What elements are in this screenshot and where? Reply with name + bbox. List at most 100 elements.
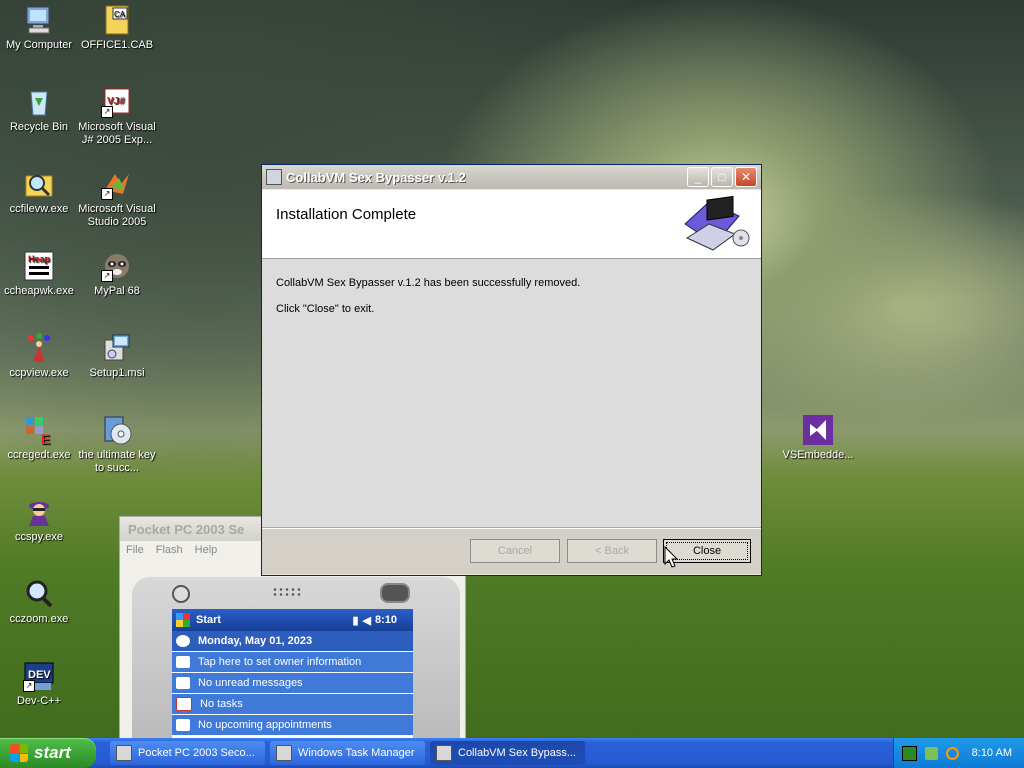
desktop-icon-ccregedt[interactable]: E ccregedt.exe — [0, 414, 78, 462]
taskbar-button-task-manager[interactable]: Windows Task Manager — [270, 741, 425, 765]
pocketpc-row-appointments[interactable]: No upcoming appointments — [172, 715, 413, 736]
desktop-icon-label: ccregedt.exe — [7, 449, 71, 461]
pocketpc-start-label: Start — [196, 614, 222, 626]
juggler-icon — [23, 332, 55, 364]
cab-file-icon: CA — [101, 4, 133, 36]
cd-icon — [101, 414, 133, 446]
desktop-icon-ccspy[interactable]: ccspy.exe — [0, 496, 78, 544]
calendar-icon — [176, 719, 190, 731]
vj-icon: VJ# ↗ — [101, 86, 133, 118]
desktop-icon-label: MyPal 68 — [94, 285, 140, 297]
envelope-icon — [176, 677, 190, 689]
installer-app-icon — [266, 169, 282, 185]
taskbar-button-pocketpc[interactable]: Pocket PC 2003 Seco... — [110, 741, 265, 765]
taskbar-clock[interactable]: 8:10 AM — [972, 747, 1012, 759]
desktop-icon-ccheapwk[interactable]: Heap ccheapwk.exe — [0, 250, 78, 298]
registry-icon: E — [23, 414, 55, 447]
record-button-icon[interactable] — [172, 585, 190, 603]
pocketpc-row-label: Tap here to set owner information — [198, 656, 362, 668]
desktop-icon-label: Dev-C++ — [16, 695, 62, 707]
svg-text:Heap: Heap — [28, 254, 51, 264]
close-window-button[interactable]: ✕ — [735, 167, 757, 187]
pocketpc-row-label: No upcoming appointments — [198, 719, 332, 731]
pocketpc-screen[interactable]: Start ▮ ◀ 8:10 Monday, May 01, 2023 Tap … — [172, 609, 413, 747]
shortcut-arrow-icon: ↗ — [101, 270, 113, 282]
desktop-icon-recycle-bin[interactable]: Recycle Bin — [0, 86, 78, 134]
installer-title: CollabVM Sex Bypasser v.1.2 — [286, 169, 466, 185]
system-tray: 8:10 AM — [893, 738, 1024, 768]
desktop-icon-setup1-msi[interactable]: Setup1.msi — [78, 332, 156, 380]
cancel-button[interactable]: Cancel — [470, 539, 560, 563]
desktop-icon-visual-studio[interactable]: ↗ Microsoft Visual Studio 2005 — [78, 168, 156, 229]
desktop-icon-my-computer[interactable]: My Computer — [0, 4, 78, 52]
desktop-icon-label: Setup1.msi — [89, 367, 145, 379]
desktop-icon-label: VSEmbedde... — [782, 449, 854, 461]
minimize-button[interactable]: _ — [687, 167, 709, 187]
close-icon: ✕ — [740, 170, 752, 184]
menu-flash[interactable]: Flash — [156, 544, 183, 556]
windows-flag-icon — [176, 613, 190, 627]
owner-card-icon — [176, 656, 190, 668]
desktop-icon-visual-jsharp[interactable]: VJ# ↗ Microsoft Visual J# 2005 Exp... — [78, 86, 156, 147]
zoom-icon — [23, 578, 55, 610]
devcpp-icon: DEV ↗ — [23, 660, 55, 692]
taskbar-button-installer[interactable]: CollabVM Sex Bypass... — [430, 741, 585, 765]
spy-icon — [23, 496, 55, 528]
desktop-icon-ccpview[interactable]: ccpview.exe — [0, 332, 78, 380]
taskbar-button-label: Windows Task Manager — [298, 747, 415, 759]
shortcut-arrow-icon: ↗ — [101, 106, 113, 118]
maximize-button[interactable]: □ — [711, 167, 733, 187]
pocketpc-start-bar[interactable]: Start ▮ ◀ 8:10 — [172, 609, 413, 631]
pocketpc-row-owner[interactable]: Tap here to set owner information — [172, 652, 413, 673]
pocketpc-row-messages[interactable]: No unread messages — [172, 673, 413, 694]
taskbar: start Pocket PC 2003 Seco... Windows Tas… — [0, 738, 1024, 768]
desktop-icon-vsembedded[interactable]: VSEmbedde... — [779, 414, 857, 462]
volume-icon: ◀ — [362, 614, 371, 627]
desktop-icon-label: My Computer — [5, 39, 73, 51]
pocketpc-row-label: No tasks — [200, 698, 243, 710]
desktop-icon-label: OFFICE1.CAB — [80, 39, 154, 51]
pocketpc-device: Start ▮ ◀ 8:10 Monday, May 01, 2023 Tap … — [132, 577, 460, 747]
msi-icon — [101, 332, 133, 364]
menu-help[interactable]: Help — [195, 544, 218, 556]
desktop-icon-label: Microsoft Visual Studio 2005 — [78, 203, 156, 228]
recycle-bin-icon — [23, 86, 55, 118]
desktop-icon-office1-cab[interactable]: CA OFFICE1.CAB — [78, 4, 156, 52]
start-button[interactable]: start — [0, 738, 96, 768]
tray-green-square-icon[interactable] — [902, 745, 917, 761]
minimize-icon: _ — [694, 170, 702, 184]
mouse-cursor-icon — [664, 546, 678, 568]
pocketpc-window-icon — [116, 745, 132, 761]
desktop-icon-label: ccspy.exe — [14, 531, 64, 543]
desktop-icon-label: cczoom.exe — [9, 613, 69, 625]
speaker-icon — [272, 587, 302, 597]
installer-window[interactable]: CollabVM Sex Bypasser v.1.2 _ □ ✕ Instal… — [261, 164, 762, 576]
installer-message: CollabVM Sex Bypasser v.1.2 has been suc… — [276, 277, 581, 289]
desktop-icon-devcpp[interactable]: DEV ↗ Dev-C++ — [0, 660, 78, 708]
desktop-icon-label: the ultimate key to succ... — [78, 449, 156, 474]
desktop-icon-mypal[interactable]: ↗ MyPal 68 — [78, 250, 156, 298]
power-button-icon[interactable] — [380, 583, 410, 603]
installer-footer: Cancel < Back Close — [262, 529, 761, 574]
installer-titlebar[interactable]: CollabVM Sex Bypasser v.1.2 _ □ ✕ — [262, 165, 761, 189]
svg-text:CA: CA — [114, 10, 126, 19]
start-label: start — [34, 743, 71, 762]
shortcut-arrow-icon: ↗ — [23, 680, 35, 692]
back-button[interactable]: < Back — [567, 539, 657, 563]
clock-icon — [176, 635, 190, 647]
vs-embedded-icon — [802, 414, 834, 446]
installer-hint: Click "Close" to exit. — [276, 303, 375, 315]
signal-icon: ▮ — [352, 614, 359, 627]
desktop-icon-ccfilevw[interactable]: ccfilevw.exe — [0, 168, 78, 216]
heap-icon: Heap — [23, 250, 55, 282]
desktop-icon-ultimate-key[interactable]: the ultimate key to succ... — [78, 414, 156, 475]
tray-network-icon[interactable] — [925, 746, 938, 760]
computer-icon — [23, 4, 55, 36]
tray-search-icon[interactable] — [946, 746, 959, 760]
pocketpc-date-row[interactable]: Monday, May 01, 2023 — [172, 631, 413, 652]
installer-window-icon — [436, 745, 452, 761]
desktop-icon-cczoom[interactable]: cczoom.exe — [0, 578, 78, 626]
installer-body: CollabVM Sex Bypasser v.1.2 has been suc… — [262, 259, 761, 527]
menu-file[interactable]: File — [126, 544, 144, 556]
pocketpc-row-tasks[interactable]: No tasks — [172, 694, 413, 715]
